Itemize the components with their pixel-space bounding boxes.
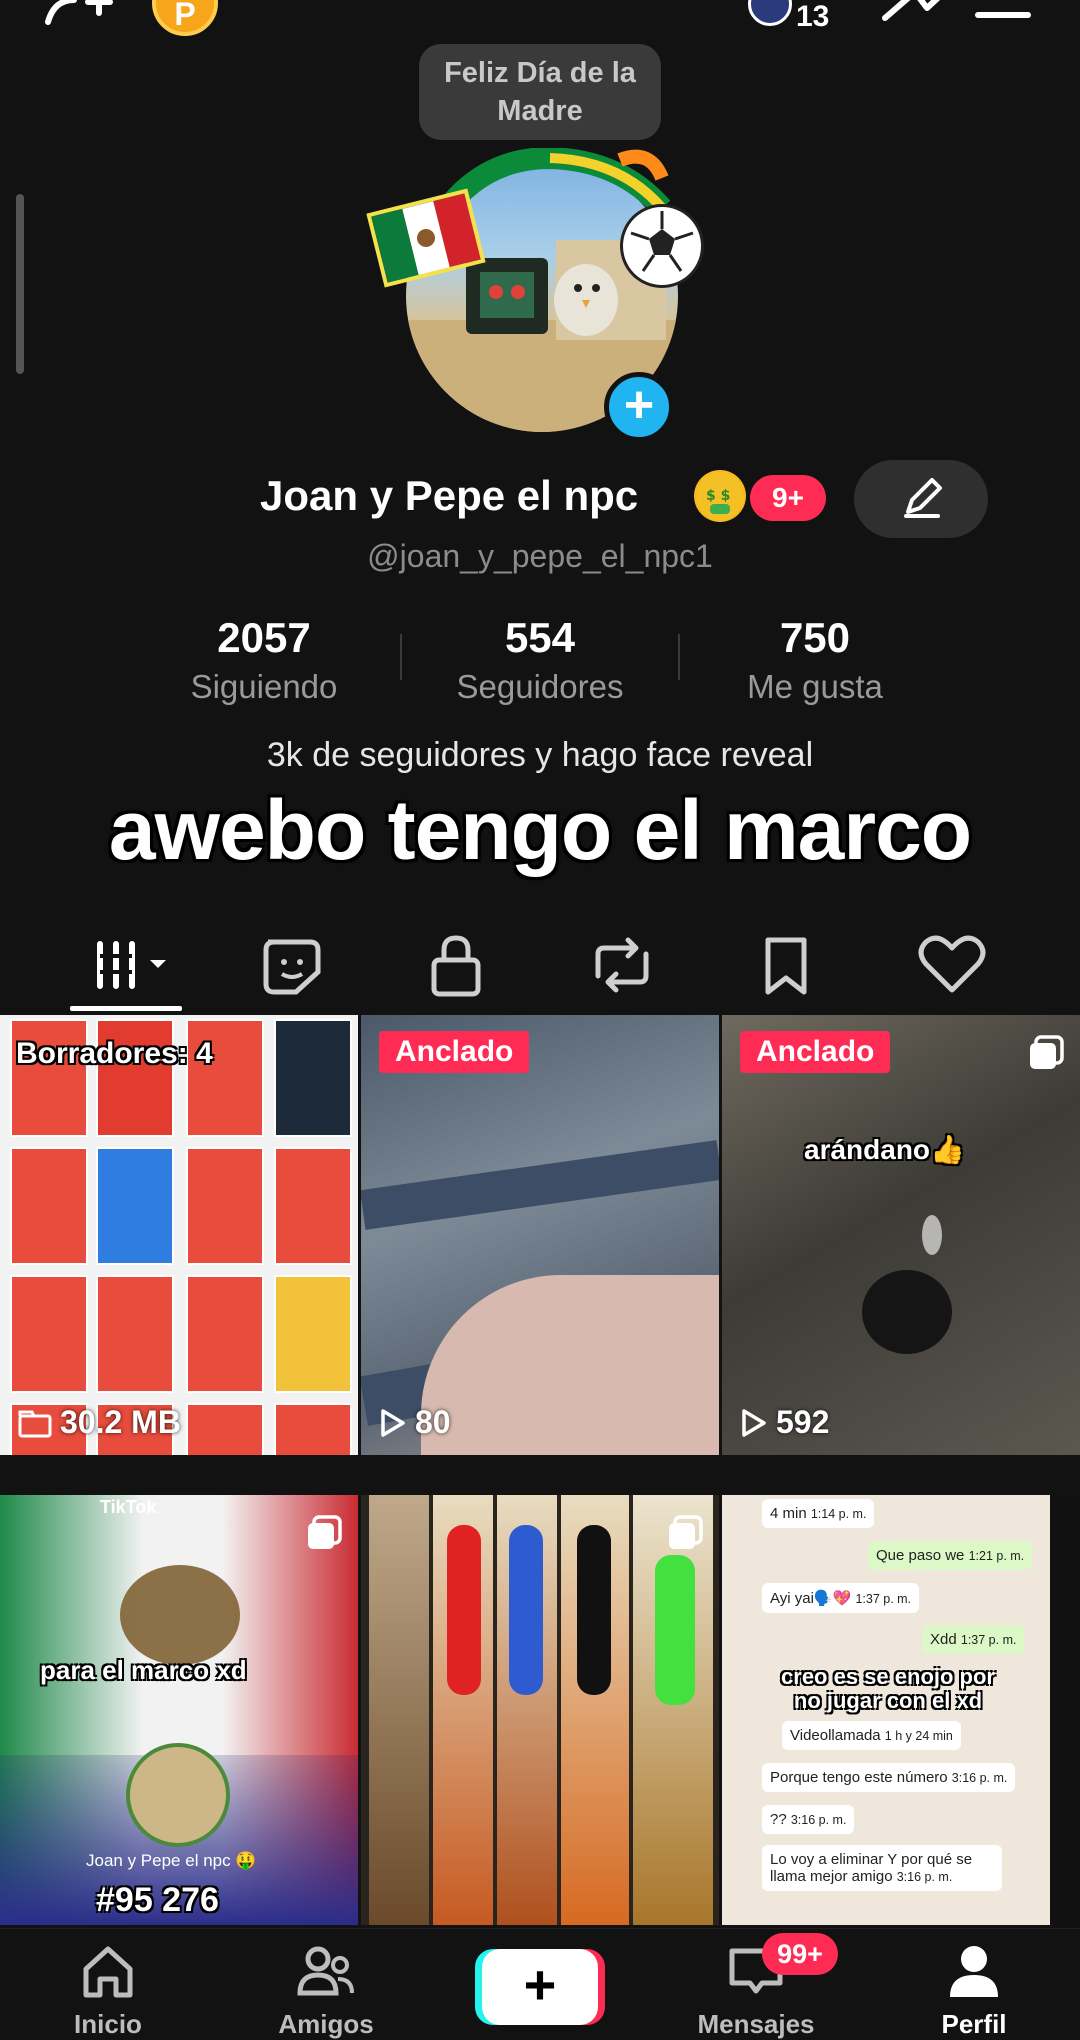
nav-label: Perfil bbox=[941, 2009, 1007, 2039]
video-footer-text: Joan y Pepe el npc 🤑 bbox=[86, 1851, 257, 1870]
create-button[interactable]: + bbox=[482, 1949, 598, 2025]
video-caption: para el marco xd bbox=[40, 1655, 247, 1685]
chat-message: Xdd 1:37 p. m. bbox=[922, 1625, 1025, 1654]
status-note[interactable]: Feliz Día de la Madre bbox=[419, 44, 661, 140]
edit-profile-button[interactable] bbox=[854, 460, 988, 538]
tab-videos-icon[interactable] bbox=[92, 930, 182, 1000]
chat-message: Videollamada 1 h y 24 min bbox=[782, 1721, 961, 1750]
profile-tabs bbox=[0, 920, 1080, 1014]
money-face-icon: $ $ bbox=[694, 470, 746, 522]
inbox-notifications[interactable]: 13 bbox=[748, 0, 838, 33]
divider bbox=[678, 634, 680, 680]
video-cell[interactable] bbox=[361, 1495, 719, 1925]
username: @joan_y_pepe_el_npc1 bbox=[367, 538, 713, 574]
video-grid: Borradores: 4 30.2 MB Anclado 80 Anclado… bbox=[0, 1015, 1080, 1927]
stat-value: 2057 bbox=[217, 614, 311, 661]
view-count-text: 592 bbox=[776, 1404, 830, 1440]
chat-screenshot: 4 min 1:14 p. m. Que paso we 1:21 p. m. … bbox=[722, 1495, 1050, 1925]
video-number: #95 276 bbox=[96, 1881, 219, 1919]
sticker-icon[interactable] bbox=[252, 930, 332, 1000]
pinned-badge: Anclado bbox=[379, 1031, 530, 1073]
menu-icon[interactable] bbox=[975, 0, 1031, 20]
play-icon bbox=[381, 1408, 405, 1437]
add-user-icon[interactable] bbox=[44, 0, 114, 32]
chat-message: Ayi yai🗣️💖 1:37 p. m. bbox=[762, 1583, 920, 1613]
multi-photo-icon bbox=[308, 1515, 342, 1549]
pinned-badge: Anclado bbox=[740, 1031, 891, 1073]
tiktok-watermark: TikTok bbox=[100, 1497, 157, 1517]
chat-message: 4 min 1:14 p. m. bbox=[762, 1499, 875, 1528]
video-caption: arándano👍 bbox=[804, 1134, 965, 1165]
nav-label: Inicio bbox=[74, 2009, 142, 2039]
view-count: 592 bbox=[740, 1404, 829, 1441]
nav-label: Amigos bbox=[278, 2009, 374, 2039]
video-caption: creo es se enojo por no jugar con el xd bbox=[781, 1664, 995, 1713]
stat-following[interactable]: 2057 Siguiendo bbox=[134, 614, 394, 706]
active-tab-indicator bbox=[70, 1006, 182, 1011]
stat-likes[interactable]: 750 Me gusta bbox=[685, 614, 945, 706]
coin-icon[interactable]: P bbox=[152, 0, 218, 36]
video-cell[interactable]: 4 min 1:14 p. m. Que paso we 1:21 p. m. … bbox=[722, 1495, 1080, 1925]
soccer-ball-icon bbox=[620, 204, 704, 288]
scroll-indicator[interactable] bbox=[16, 194, 24, 374]
video-cell[interactable]: Anclado arándano👍 592 bbox=[722, 1015, 1080, 1455]
messages-badge: 99+ bbox=[762, 1933, 838, 1975]
multi-photo-icon bbox=[669, 1515, 703, 1549]
divider bbox=[400, 634, 402, 680]
drafts-size: 30.2 MB bbox=[18, 1404, 181, 1441]
display-name: Joan y Pepe el npc bbox=[260, 472, 639, 519]
folder-icon bbox=[18, 1410, 52, 1437]
stat-label: Me gusta bbox=[747, 668, 883, 705]
nav-label: Mensajes bbox=[697, 2009, 815, 2039]
chat-message: ?? 3:16 p. m. bbox=[762, 1805, 855, 1834]
repost-icon[interactable] bbox=[582, 930, 662, 1000]
video-overlay-caption: awebo tengo el marco bbox=[108, 783, 972, 877]
stat-followers[interactable]: 554 Seguidores bbox=[410, 614, 670, 706]
lock-icon[interactable] bbox=[416, 930, 496, 1000]
play-icon bbox=[742, 1408, 766, 1437]
notification-count: 13 bbox=[796, 0, 830, 33]
chat-message: Lo voy a eliminar Y por qué se llama mej… bbox=[762, 1845, 1002, 1891]
drafts-label: Borradores: 4 bbox=[16, 1037, 213, 1070]
add-story-button[interactable]: + bbox=[604, 372, 674, 442]
stat-value: 750 bbox=[779, 614, 851, 661]
stat-value: 554 bbox=[504, 614, 576, 661]
bottom-nav: Inicio Amigos + Mensajes 99+ Perfil bbox=[0, 1928, 1080, 2040]
nav-home[interactable]: Inicio bbox=[28, 1939, 188, 2040]
avatar bbox=[748, 0, 792, 26]
profile-icon bbox=[950, 1946, 998, 1997]
view-count-text: 80 bbox=[415, 1404, 451, 1440]
drafts-cell[interactable]: Borradores: 4 30.2 MB bbox=[0, 1015, 358, 1455]
multi-photo-icon bbox=[1030, 1035, 1064, 1069]
svg-text:$ $: $ $ bbox=[706, 488, 730, 504]
notification-badge[interactable]: 9+ bbox=[750, 475, 826, 521]
home-icon bbox=[83, 1946, 133, 1998]
pencil-icon bbox=[904, 478, 942, 518]
share-icon[interactable] bbox=[875, 0, 965, 30]
nav-friends[interactable]: Amigos bbox=[246, 1939, 406, 2040]
chat-message: Que paso we 1:21 p. m. bbox=[868, 1541, 1033, 1570]
profile-bio: 3k de seguidores y hago face reveal bbox=[266, 736, 814, 774]
stat-label: Siguiendo bbox=[190, 668, 338, 705]
heart-icon[interactable] bbox=[912, 930, 992, 1000]
top-bar: P 13 bbox=[0, 0, 1080, 40]
bookmark-icon[interactable] bbox=[746, 930, 826, 1000]
drafts-size-text: 30.2 MB bbox=[60, 1404, 181, 1440]
chat-message: Porque tengo este número 3:16 p. m. bbox=[762, 1763, 1016, 1792]
friends-icon bbox=[297, 1946, 354, 1996]
view-count: 80 bbox=[379, 1404, 451, 1441]
stat-label: Seguidores bbox=[456, 668, 624, 705]
video-cell[interactable]: TikTok para el marco xd Joan y Pepe el n… bbox=[0, 1495, 358, 1925]
nav-profile[interactable]: Perfil bbox=[894, 1939, 1054, 2040]
video-cell[interactable]: Anclado 80 bbox=[361, 1015, 719, 1455]
